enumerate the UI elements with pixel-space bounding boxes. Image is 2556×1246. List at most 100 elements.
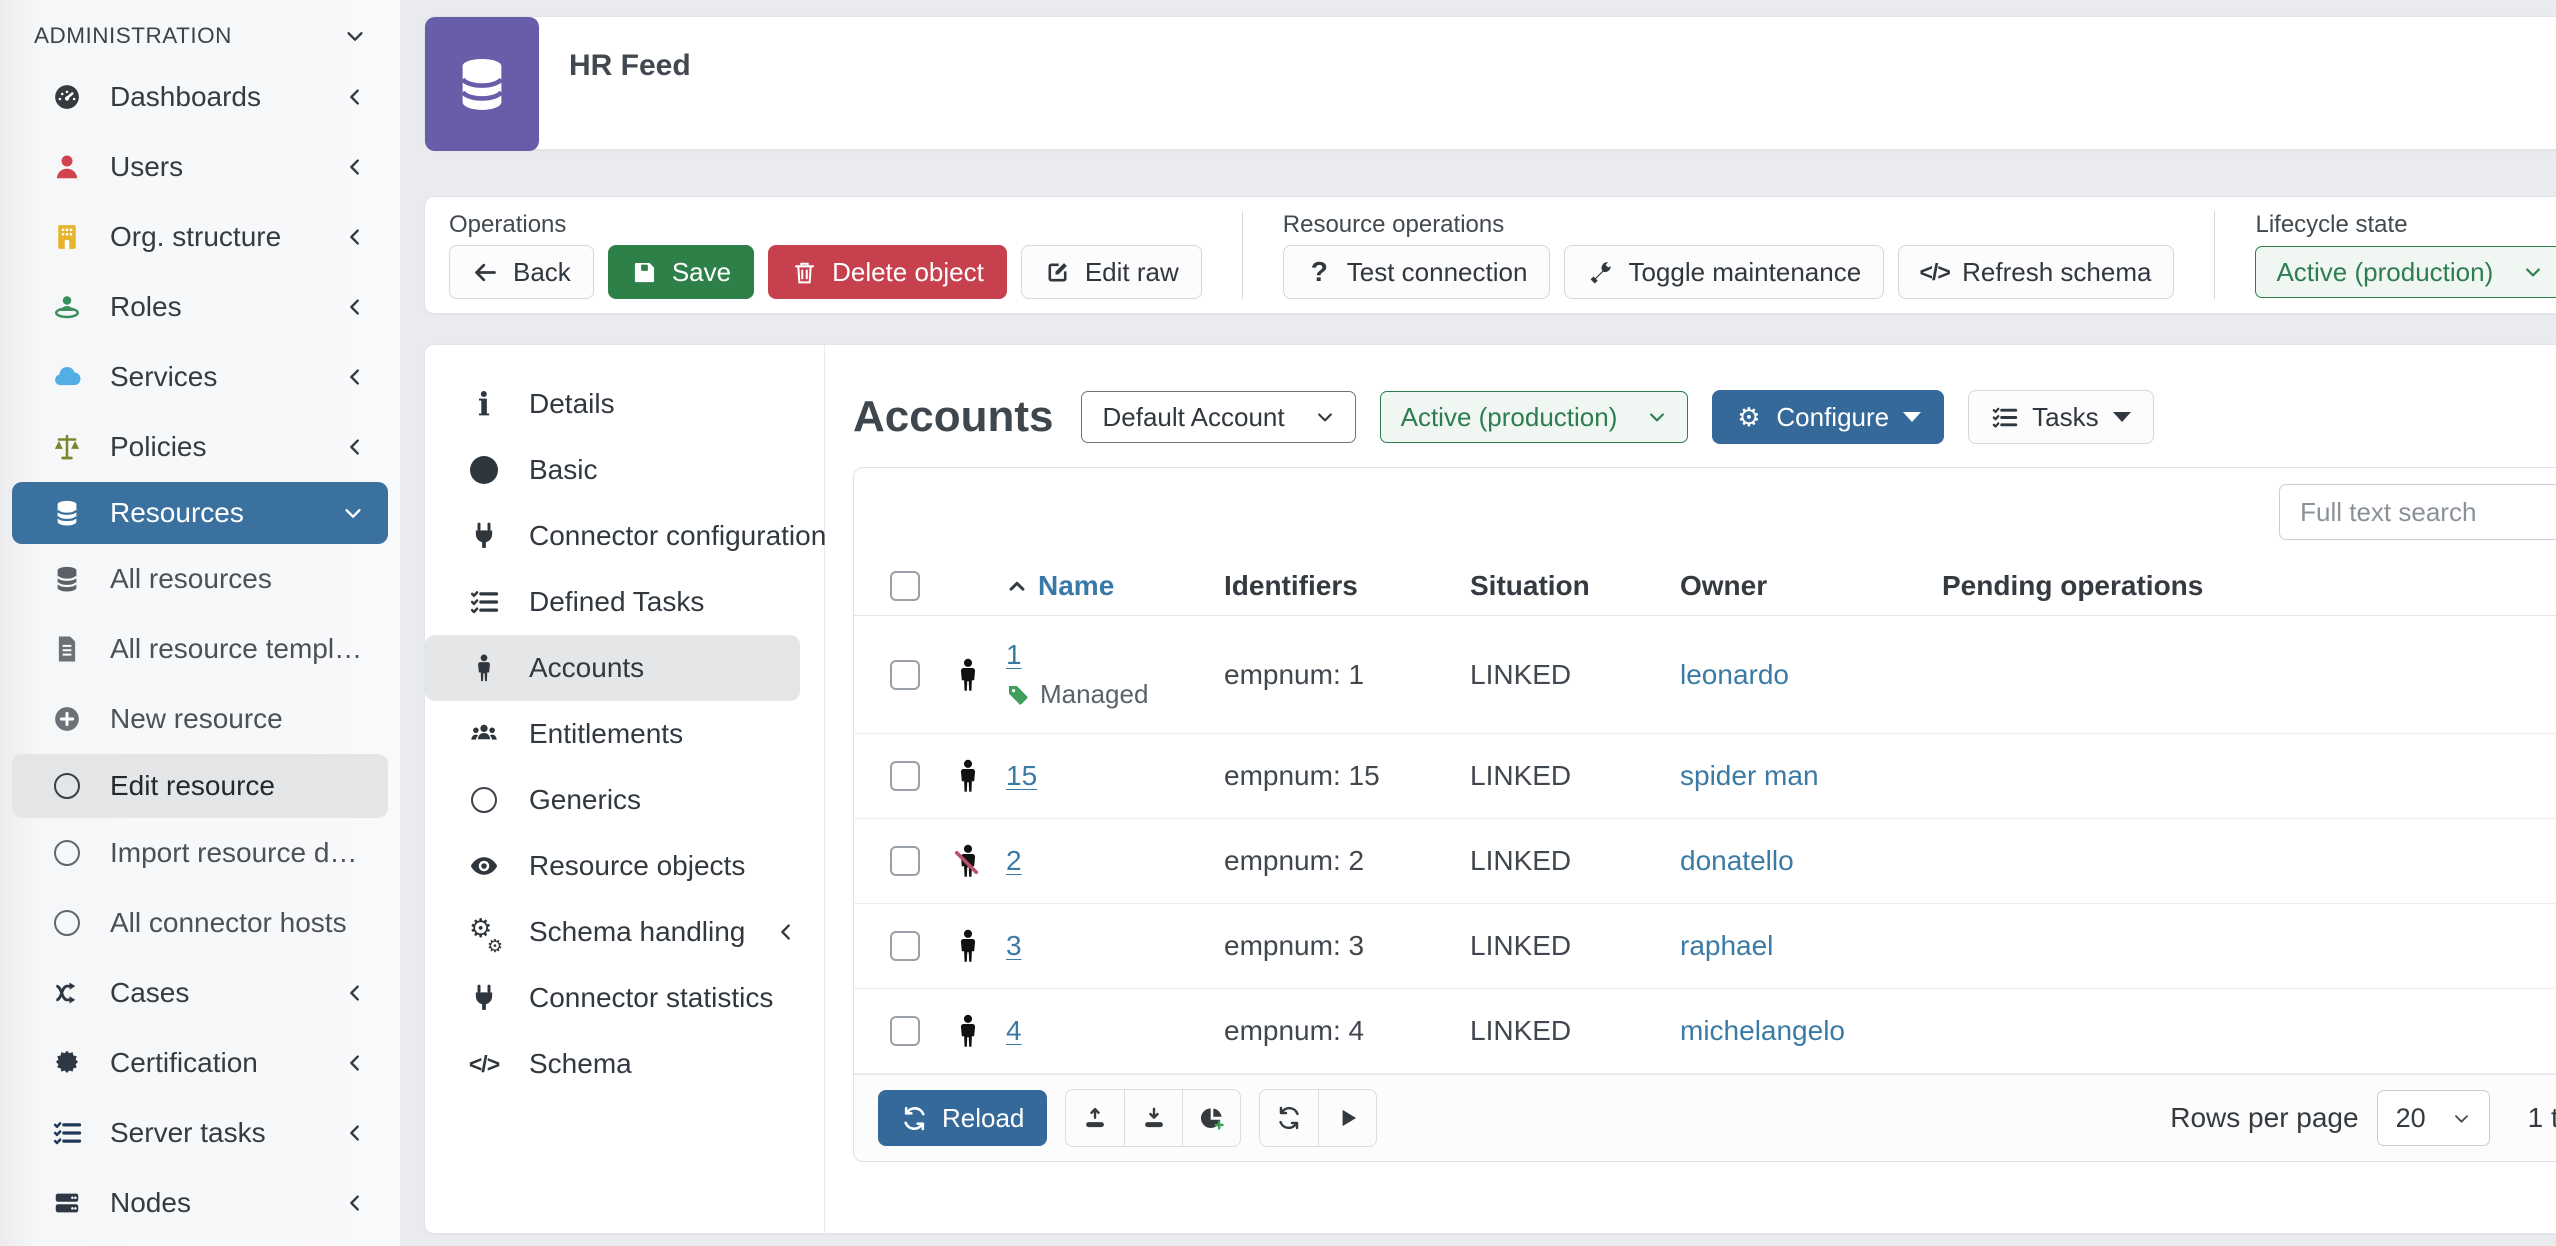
plug-icon: [469, 983, 499, 1013]
run-button[interactable]: [1318, 1090, 1376, 1146]
chevron-left-icon: [344, 1192, 366, 1214]
configure-button[interactable]: ⚙ Configure: [1712, 390, 1944, 444]
account-name-link[interactable]: 4: [1006, 1015, 1022, 1046]
resource-details-card: i Details Basic Connector configuration …: [424, 344, 2556, 1234]
circle-icon: [52, 908, 82, 938]
tab-defined-tasks[interactable]: Defined Tasks: [425, 569, 814, 635]
sidebar-item-edit-resource[interactable]: Edit resource: [12, 754, 388, 818]
scale-icon: [52, 432, 82, 462]
sidebar-item-all-resource-templates[interactable]: All resource templates: [0, 614, 400, 684]
sidebar-item-label: Dashboards: [110, 81, 316, 113]
rows-per-page-select[interactable]: 20: [2377, 1090, 2490, 1146]
chevron-left-icon: [344, 156, 366, 178]
tasks-checklist-icon: [469, 587, 499, 617]
sidebar-item-resources[interactable]: Resources: [12, 482, 388, 544]
owner-link[interactable]: michelangelo: [1680, 1015, 1845, 1046]
download-button[interactable]: [1124, 1090, 1182, 1146]
column-header-situation[interactable]: Situation: [1470, 570, 1680, 602]
tab-resource-objects[interactable]: Resource objects: [425, 833, 814, 899]
eye-icon: [469, 851, 499, 881]
tasks-button[interactable]: Tasks: [1968, 390, 2153, 444]
accounts-lifecycle-select[interactable]: Active (production): [1380, 391, 1689, 443]
table-row: 3 empnum: 3 LINKED raphael: [854, 904, 2556, 989]
object-class-select[interactable]: Default Account: [1081, 391, 1355, 443]
tab-schema-handling[interactable]: ⚙⚙ Schema handling: [425, 899, 814, 965]
tab-entitlements[interactable]: Entitlements: [425, 701, 814, 767]
object-class-value: Default Account: [1102, 402, 1284, 433]
column-header-identifiers[interactable]: Identifiers: [1224, 570, 1470, 602]
sidebar-item-new-resource[interactable]: New resource: [0, 684, 400, 754]
sidebar-item-label: Certification: [110, 1047, 316, 1079]
sidebar-item-dashboards[interactable]: Dashboards: [0, 62, 400, 132]
sidebar-item-policies[interactable]: Policies: [0, 412, 400, 482]
tab-generics[interactable]: Generics: [425, 767, 814, 833]
database-icon: [52, 498, 82, 528]
test-connection-button[interactable]: ? Test connection: [1283, 245, 1551, 299]
upload-button[interactable]: [1066, 1090, 1124, 1146]
back-button[interactable]: Back: [449, 245, 594, 299]
edit-raw-button[interactable]: Edit raw: [1021, 245, 1202, 299]
sidebar-item-nodes[interactable]: Nodes: [0, 1168, 400, 1238]
sidebar-item-all-connector-hosts[interactable]: All connector hosts: [0, 888, 400, 958]
account-name-link[interactable]: 15: [1006, 760, 1037, 791]
delete-object-button[interactable]: Delete object: [768, 245, 1007, 299]
sidebar-item-certification[interactable]: Certification: [0, 1028, 400, 1098]
sidebar-item-all-resources[interactable]: All resources: [0, 544, 400, 614]
account-name-link[interactable]: 2: [1006, 845, 1022, 876]
create-report-button[interactable]: [1182, 1090, 1240, 1146]
file-icon: [52, 634, 82, 664]
save-button[interactable]: Save: [608, 245, 754, 299]
row-checkbox[interactable]: [890, 846, 920, 876]
sidebar-item-server-tasks[interactable]: Server tasks: [0, 1098, 400, 1168]
sidebar-item-roles[interactable]: Roles: [0, 272, 400, 342]
tag-icon: [1006, 683, 1030, 707]
column-header-owner[interactable]: Owner: [1680, 570, 1942, 602]
tab-details[interactable]: i Details: [425, 371, 814, 437]
sidebar-item-users[interactable]: Users: [0, 132, 400, 202]
owner-link[interactable]: raphael: [1680, 930, 1773, 961]
accounts-heading: Accounts: [853, 392, 1053, 442]
column-header-name[interactable]: Name: [1006, 570, 1224, 602]
tab-schema[interactable]: </> Schema: [425, 1031, 814, 1097]
sidebar-item-cases[interactable]: Cases: [0, 958, 400, 1028]
tab-connector-configuration[interactable]: Connector configuration: [425, 503, 814, 569]
select-all-checkbox[interactable]: [890, 571, 920, 601]
table-row: 4 empnum: 4 LINKED michelangelo: [854, 989, 2556, 1074]
tab-label: Details: [529, 388, 794, 420]
row-checkbox[interactable]: [890, 660, 920, 690]
row-checkbox[interactable]: [890, 761, 920, 791]
edit-raw-button-label: Edit raw: [1085, 257, 1179, 288]
tab-basic[interactable]: Basic: [425, 437, 814, 503]
owner-link[interactable]: leonardo: [1680, 659, 1789, 690]
account-name-link[interactable]: 3: [1006, 930, 1022, 961]
lifecycle-state-select[interactable]: Active (production): [2255, 246, 2556, 298]
code-icon: </>: [1921, 259, 1948, 286]
person-disabled-icon: [950, 843, 986, 879]
row-checkbox[interactable]: [890, 1016, 920, 1046]
managed-tag: Managed: [1006, 679, 1224, 710]
column-header-pending-operations[interactable]: Pending operations: [1942, 570, 2556, 602]
toggle-maintenance-button[interactable]: Toggle maintenance: [1564, 245, 1884, 299]
test-connection-label: Test connection: [1347, 257, 1528, 288]
download-icon: [1141, 1105, 1167, 1131]
refresh-button[interactable]: [1260, 1090, 1318, 1146]
reload-button[interactable]: Reload: [878, 1090, 1047, 1146]
row-checkbox[interactable]: [890, 931, 920, 961]
account-name-link[interactable]: 1: [1006, 639, 1022, 670]
circle-filled-icon: [469, 455, 499, 485]
rows-per-page-value: 20: [2396, 1103, 2426, 1134]
sidebar-section-header[interactable]: ADMINISTRATION: [0, 10, 400, 62]
resource-operations-label: Resource operations: [1283, 211, 2175, 239]
edit-pencil-icon: [1044, 259, 1071, 286]
sidebar-item-import-resource-definition[interactable]: Import resource definit…: [0, 818, 400, 888]
upload-icon: [1082, 1105, 1108, 1131]
sidebar-item-services[interactable]: Services: [0, 342, 400, 412]
save-floppy-icon: [631, 259, 658, 286]
sidebar-item-org-structure[interactable]: Org. structure: [0, 202, 400, 272]
fulltext-search-input[interactable]: [2279, 484, 2556, 540]
tab-accounts[interactable]: Accounts: [425, 635, 800, 701]
tab-connector-statistics[interactable]: Connector statistics: [425, 965, 814, 1031]
owner-link[interactable]: spider man: [1680, 760, 1819, 791]
refresh-schema-button[interactable]: </> Refresh schema: [1898, 245, 2174, 299]
owner-link[interactable]: donatello: [1680, 845, 1794, 876]
